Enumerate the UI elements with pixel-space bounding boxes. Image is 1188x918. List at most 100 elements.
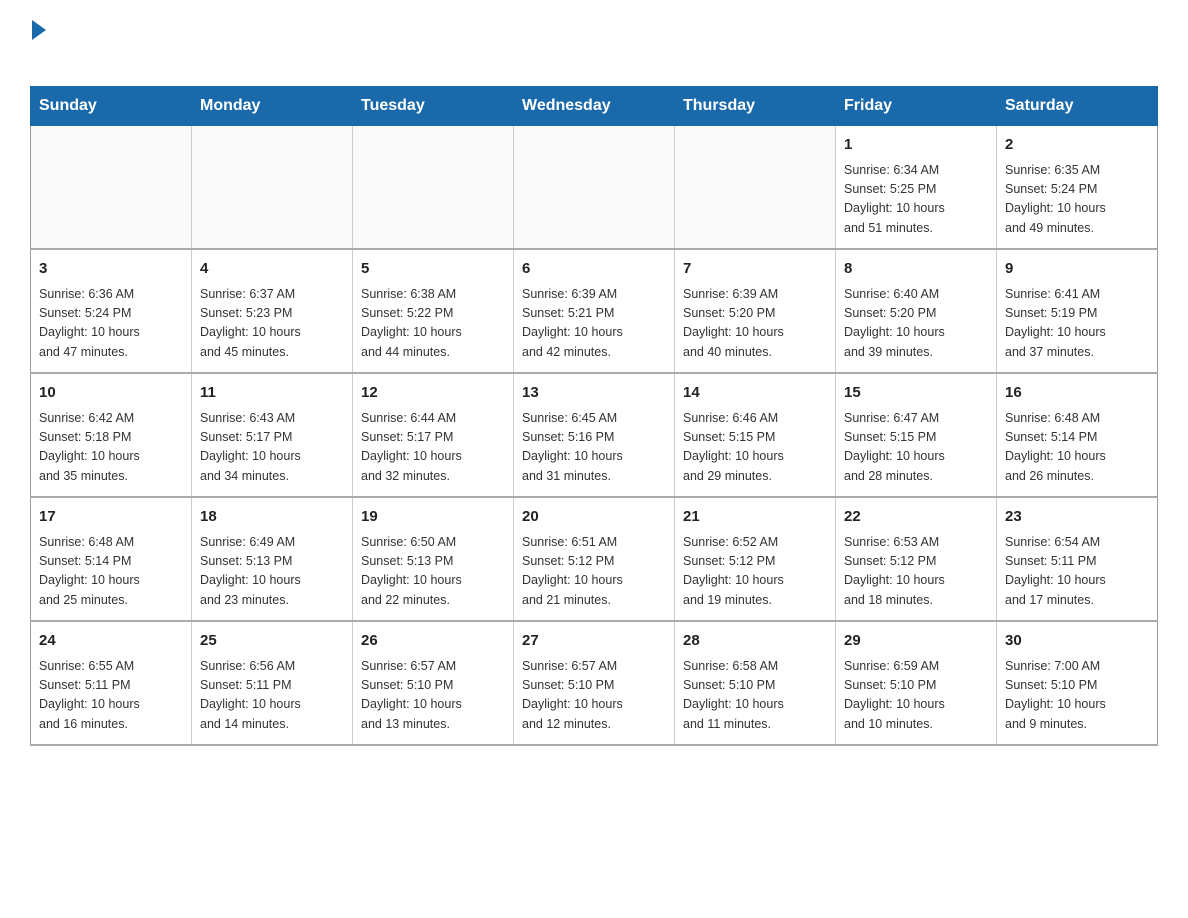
calendar-cell: 2 Sunrise: 6:35 AMSunset: 5:24 PMDaylight…	[997, 126, 1158, 250]
day-number: 24	[39, 630, 183, 653]
calendar-cell: 25 Sunrise: 6:56 AMSunset: 5:11 PMDayligh…	[192, 621, 353, 745]
weekday-thursday: Thursday	[675, 87, 836, 126]
day-number: 13	[522, 382, 666, 405]
day-number: 6	[522, 258, 666, 281]
weekday-friday: Friday	[836, 87, 997, 126]
calendar-cell	[353, 126, 514, 250]
weekday-monday: Monday	[192, 87, 353, 126]
calendar-cell: 3Sunrise: 6:36 AMSunset: 5:24 PMDaylight…	[31, 249, 192, 373]
calendar-cell: 19 Sunrise: 6:50 AMSunset: 5:13 PMDayligh…	[353, 497, 514, 621]
day-info: Sunrise: 6:46 AMSunset: 5:15 PMDaylight:…	[683, 409, 827, 487]
weekday-tuesday: Tuesday	[353, 87, 514, 126]
day-info: Sunrise: 6:39 AMSunset: 5:21 PMDaylight:…	[522, 285, 666, 363]
calendar-cell: 24 Sunrise: 6:55 AMSunset: 5:11 PMDayligh…	[31, 621, 192, 745]
calendar-header: SundayMondayTuesdayWednesdayThursdayFrid…	[31, 87, 1158, 126]
day-info: Sunrise: 6:42 AMSunset: 5:18 PMDaylight:…	[39, 409, 183, 487]
calendar-cell: 22 Sunrise: 6:53 AMSunset: 5:12 PMDayligh…	[836, 497, 997, 621]
day-info: Sunrise: 6:38 AMSunset: 5:22 PMDaylight:…	[361, 285, 505, 363]
day-number: 1	[844, 134, 988, 157]
logo-triangle-icon	[32, 20, 46, 40]
day-number: 22	[844, 506, 988, 529]
calendar-cell: 7 Sunrise: 6:39 AMSunset: 5:20 PMDaylight…	[675, 249, 836, 373]
page-header	[30, 20, 1158, 66]
day-info: Sunrise: 6:53 AMSunset: 5:12 PMDaylight:…	[844, 533, 988, 611]
day-info: Sunrise: 6:45 AMSunset: 5:16 PMDaylight:…	[522, 409, 666, 487]
day-info: Sunrise: 6:48 AMSunset: 5:14 PMDaylight:…	[39, 533, 183, 611]
day-info: Sunrise: 6:39 AMSunset: 5:20 PMDaylight:…	[683, 285, 827, 363]
day-number: 15	[844, 382, 988, 405]
day-number: 3	[39, 258, 183, 281]
day-number: 9	[1005, 258, 1149, 281]
day-number: 19	[361, 506, 505, 529]
calendar-cell: 26Sunrise: 6:57 AMSunset: 5:10 PMDayligh…	[353, 621, 514, 745]
day-info: Sunrise: 6:49 AMSunset: 5:13 PMDaylight:…	[200, 533, 344, 611]
day-info: Sunrise: 6:34 AMSunset: 5:25 PMDaylight:…	[844, 161, 988, 239]
day-info: Sunrise: 6:35 AMSunset: 5:24 PMDaylight:…	[1005, 161, 1149, 239]
day-info: Sunrise: 6:52 AMSunset: 5:12 PMDaylight:…	[683, 533, 827, 611]
day-info: Sunrise: 6:41 AMSunset: 5:19 PMDaylight:…	[1005, 285, 1149, 363]
calendar-cell: 13 Sunrise: 6:45 AMSunset: 5:16 PMDayligh…	[514, 373, 675, 497]
calendar-cell: 6 Sunrise: 6:39 AMSunset: 5:21 PMDaylight…	[514, 249, 675, 373]
day-info: Sunrise: 6:43 AMSunset: 5:17 PMDaylight:…	[200, 409, 344, 487]
calendar-cell: 16 Sunrise: 6:48 AMSunset: 5:14 PMDayligh…	[997, 373, 1158, 497]
calendar-cell: 18Sunrise: 6:49 AMSunset: 5:13 PMDayligh…	[192, 497, 353, 621]
day-number: 29	[844, 630, 988, 653]
day-number: 28	[683, 630, 827, 653]
day-info: Sunrise: 6:58 AMSunset: 5:10 PMDaylight:…	[683, 657, 827, 735]
day-info: Sunrise: 6:57 AMSunset: 5:10 PMDaylight:…	[361, 657, 505, 735]
calendar-cell	[675, 126, 836, 250]
day-number: 11	[200, 382, 344, 405]
day-number: 21	[683, 506, 827, 529]
calendar-cell	[192, 126, 353, 250]
weekday-header-row: SundayMondayTuesdayWednesdayThursdayFrid…	[31, 87, 1158, 126]
day-info: Sunrise: 6:56 AMSunset: 5:11 PMDaylight:…	[200, 657, 344, 735]
calendar-cell: 4 Sunrise: 6:37 AMSunset: 5:23 PMDaylight…	[192, 249, 353, 373]
day-info: Sunrise: 6:54 AMSunset: 5:11 PMDaylight:…	[1005, 533, 1149, 611]
weekday-sunday: Sunday	[31, 87, 192, 126]
day-info: Sunrise: 6:50 AMSunset: 5:13 PMDaylight:…	[361, 533, 505, 611]
calendar-cell: 30Sunrise: 7:00 AMSunset: 5:10 PMDayligh…	[997, 621, 1158, 745]
calendar-cell: 5 Sunrise: 6:38 AMSunset: 5:22 PMDaylight…	[353, 249, 514, 373]
day-info: Sunrise: 6:37 AMSunset: 5:23 PMDaylight:…	[200, 285, 344, 363]
day-info: Sunrise: 6:55 AMSunset: 5:11 PMDaylight:…	[39, 657, 183, 735]
day-number: 4	[200, 258, 344, 281]
day-number: 16	[1005, 382, 1149, 405]
weekday-saturday: Saturday	[997, 87, 1158, 126]
day-info: Sunrise: 6:57 AMSunset: 5:10 PMDaylight:…	[522, 657, 666, 735]
calendar-cell: 11 Sunrise: 6:43 AMSunset: 5:17 PMDayligh…	[192, 373, 353, 497]
day-number: 17	[39, 506, 183, 529]
day-number: 8	[844, 258, 988, 281]
day-number: 14	[683, 382, 827, 405]
day-info: Sunrise: 6:47 AMSunset: 5:15 PMDaylight:…	[844, 409, 988, 487]
calendar-row-1: 3Sunrise: 6:36 AMSunset: 5:24 PMDaylight…	[31, 249, 1158, 373]
calendar-cell: 8Sunrise: 6:40 AMSunset: 5:20 PMDaylight…	[836, 249, 997, 373]
day-number: 20	[522, 506, 666, 529]
day-number: 27	[522, 630, 666, 653]
calendar-row-3: 17 Sunrise: 6:48 AMSunset: 5:14 PMDayligh…	[31, 497, 1158, 621]
calendar-cell: 12Sunrise: 6:44 AMSunset: 5:17 PMDayligh…	[353, 373, 514, 497]
day-number: 2	[1005, 134, 1149, 157]
calendar-cell: 20 Sunrise: 6:51 AMSunset: 5:12 PMDayligh…	[514, 497, 675, 621]
day-number: 7	[683, 258, 827, 281]
calendar-cell: 28 Sunrise: 6:58 AMSunset: 5:10 PMDayligh…	[675, 621, 836, 745]
day-number: 12	[361, 382, 505, 405]
calendar-table: SundayMondayTuesdayWednesdayThursdayFrid…	[30, 86, 1158, 746]
calendar-cell: 21 Sunrise: 6:52 AMSunset: 5:12 PMDayligh…	[675, 497, 836, 621]
calendar-cell: 9 Sunrise: 6:41 AMSunset: 5:19 PMDaylight…	[997, 249, 1158, 373]
calendar-cell: 27 Sunrise: 6:57 AMSunset: 5:10 PMDayligh…	[514, 621, 675, 745]
calendar-cell: 15 Sunrise: 6:47 AMSunset: 5:15 PMDayligh…	[836, 373, 997, 497]
day-info: Sunrise: 6:59 AMSunset: 5:10 PMDaylight:…	[844, 657, 988, 735]
day-number: 5	[361, 258, 505, 281]
day-info: Sunrise: 6:48 AMSunset: 5:14 PMDaylight:…	[1005, 409, 1149, 487]
calendar-cell	[514, 126, 675, 250]
day-info: Sunrise: 6:51 AMSunset: 5:12 PMDaylight:…	[522, 533, 666, 611]
day-number: 23	[1005, 506, 1149, 529]
day-number: 25	[200, 630, 344, 653]
day-number: 10	[39, 382, 183, 405]
calendar-cell: 17 Sunrise: 6:48 AMSunset: 5:14 PMDayligh…	[31, 497, 192, 621]
day-number: 30	[1005, 630, 1149, 653]
logo	[30, 20, 46, 66]
calendar-cell: 1 Sunrise: 6:34 AMSunset: 5:25 PMDaylight…	[836, 126, 997, 250]
calendar-cell: 10 Sunrise: 6:42 AMSunset: 5:18 PMDayligh…	[31, 373, 192, 497]
calendar-cell: 23 Sunrise: 6:54 AMSunset: 5:11 PMDayligh…	[997, 497, 1158, 621]
